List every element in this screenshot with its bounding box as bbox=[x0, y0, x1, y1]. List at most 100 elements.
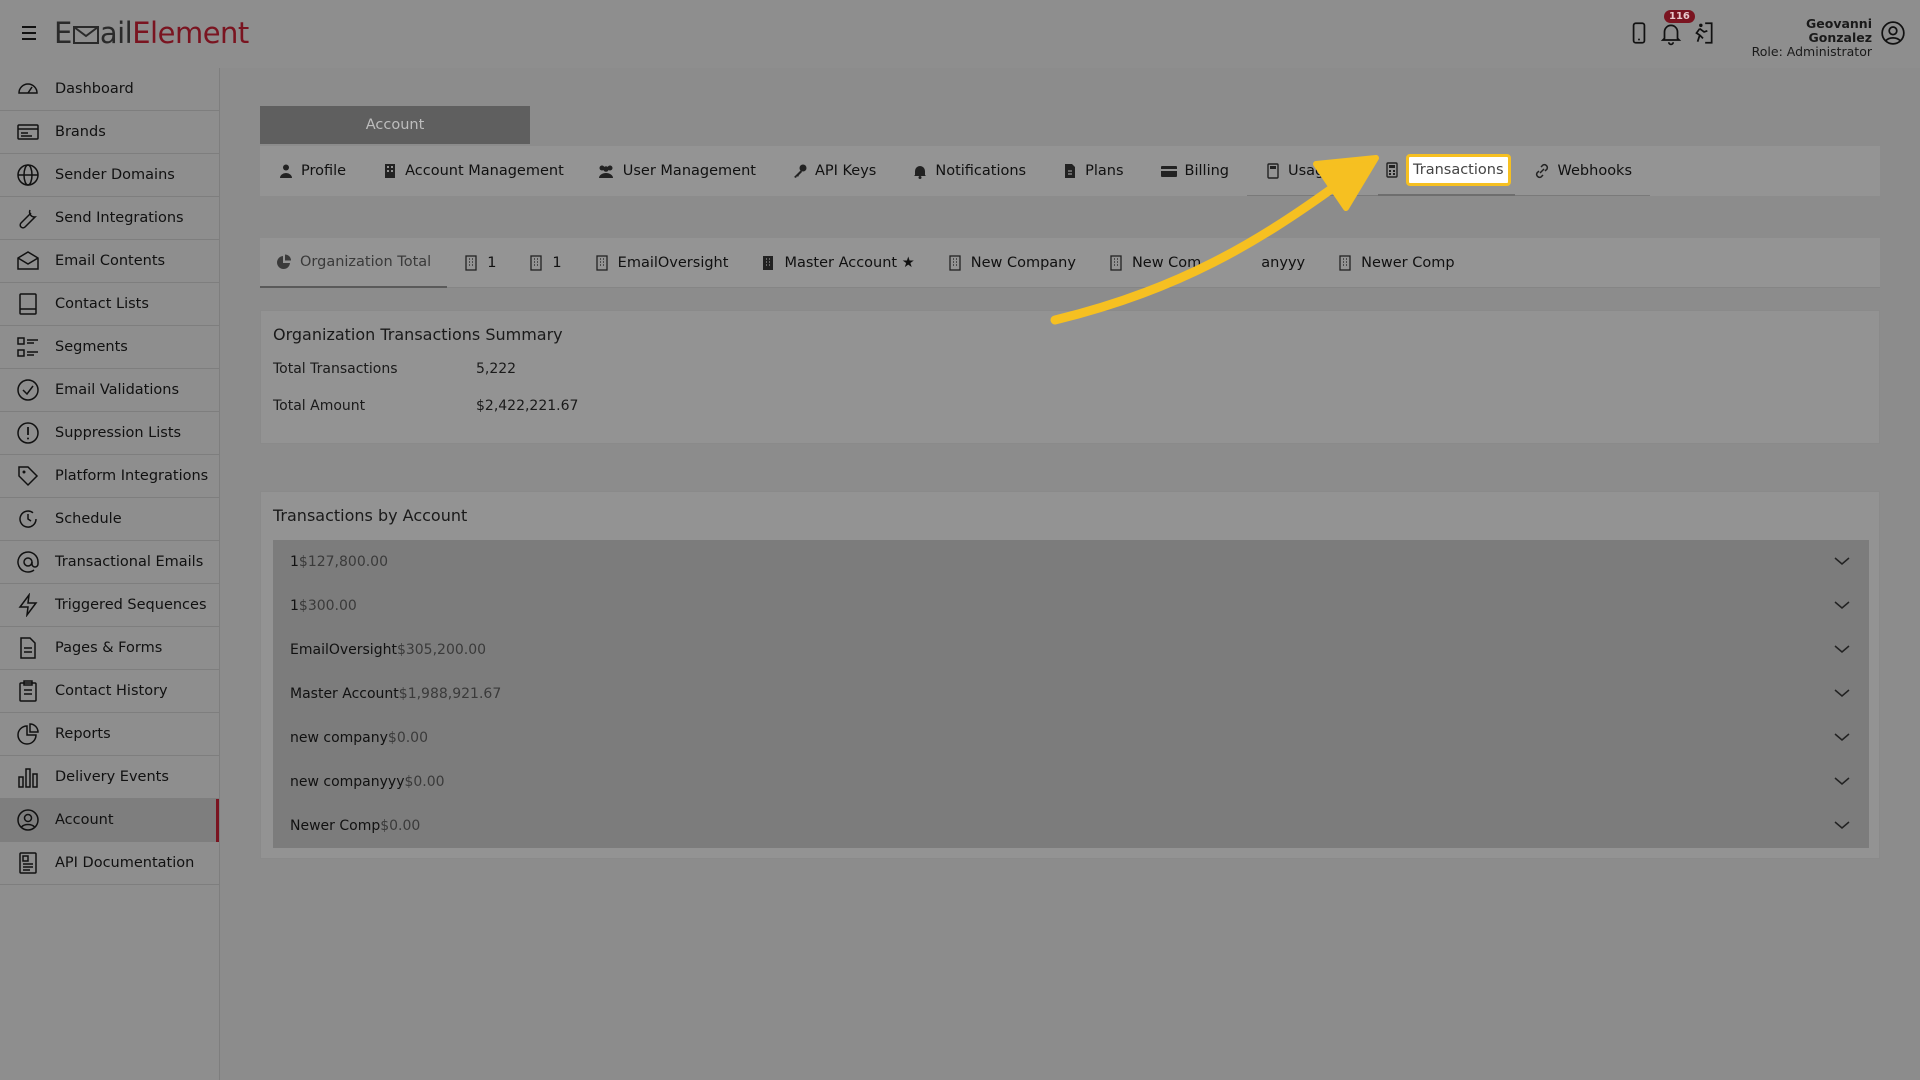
building-icon bbox=[1108, 254, 1124, 271]
logo-envelope-icon bbox=[72, 26, 99, 44]
tab-notifications[interactable]: Notifications bbox=[894, 146, 1044, 196]
summary-title: Organization Transactions Summary bbox=[273, 325, 563, 344]
tab-api-keys[interactable]: API Keys bbox=[774, 146, 894, 196]
top-bar: EailElement 116 Geovanni Gonzalez Role: … bbox=[0, 0, 1920, 68]
mobile-icon[interactable] bbox=[1626, 20, 1652, 46]
bell-icon[interactable] bbox=[1658, 20, 1684, 46]
app-logo[interactable]: EailElement bbox=[54, 16, 249, 50]
summary-value: $2,422,221.67 bbox=[476, 398, 579, 414]
tag-icon bbox=[16, 464, 40, 488]
tab-label: Billing bbox=[1184, 163, 1229, 179]
sidebar-item-sender-domains[interactable]: Sender Domains bbox=[0, 154, 219, 197]
account-row[interactable]: 1 $127,800.00 bbox=[273, 540, 1869, 584]
account-amount: $0.00 bbox=[387, 730, 429, 746]
calculator-icon bbox=[1265, 162, 1281, 179]
organization-summary-card: Organization Transactions Summary Total … bbox=[260, 310, 1880, 444]
sidebar-item-dashboard[interactable]: Dashboard bbox=[0, 68, 219, 111]
sidebar-item-reports[interactable]: Reports bbox=[0, 713, 219, 756]
chevron-down-icon bbox=[1834, 821, 1850, 829]
sidebar-item-label: Platform Integrations bbox=[55, 468, 209, 484]
building-icon bbox=[528, 254, 544, 271]
sidebar-item-contact-lists[interactable]: Contact Lists bbox=[0, 283, 219, 326]
account-row[interactable]: Newer Comp $0.00 bbox=[273, 804, 1869, 848]
tab-transactions[interactable]: Transactions bbox=[1378, 146, 1515, 196]
user-info: Geovanni Gonzalez Role: Administrator bbox=[1740, 17, 1872, 59]
tab-plans[interactable]: Plans bbox=[1044, 146, 1141, 196]
account-row[interactable]: Master Account $1,988,921.67 bbox=[273, 672, 1869, 716]
account-row[interactable]: new companyyy $0.00 bbox=[273, 760, 1869, 804]
tab-user-management[interactable]: User Management bbox=[582, 146, 774, 196]
sidebar-item-send-integrations[interactable]: Send Integrations bbox=[0, 197, 219, 240]
sidebar-item-suppression-lists[interactable]: Suppression Lists bbox=[0, 412, 219, 455]
subtab-label: New Company bbox=[970, 254, 1076, 271]
by-account-title: Transactions by Account bbox=[273, 506, 468, 525]
tab-account-management[interactable]: Account Management bbox=[364, 146, 582, 196]
building-icon bbox=[947, 254, 963, 271]
sidebar-item-email-validations[interactable]: Email Validations bbox=[0, 369, 219, 412]
wrench-icon bbox=[16, 206, 40, 230]
subtab-new-companyyy[interactable]: New Com anyyy bbox=[1092, 238, 1321, 288]
sidebar-item-label: Pages & Forms bbox=[55, 640, 163, 656]
sidebar-item-account[interactable]: Account bbox=[0, 799, 219, 842]
at-icon bbox=[16, 550, 40, 574]
account-row[interactable]: 1 $300.00 bbox=[273, 584, 1869, 628]
exit-running-icon[interactable] bbox=[1690, 20, 1716, 46]
subtab-new-company[interactable]: New Company bbox=[931, 238, 1092, 288]
subtab-emailoversight[interactable]: EmailOversight bbox=[578, 238, 745, 288]
sidebar-item-triggered-sequences[interactable]: Triggered Sequences bbox=[0, 584, 219, 627]
subtab-account-1a[interactable]: 1 bbox=[447, 238, 512, 288]
chevron-down-icon bbox=[1834, 777, 1850, 785]
user-avatar-icon[interactable] bbox=[1880, 20, 1906, 46]
tab-label: Usage Rep bbox=[1288, 162, 1366, 179]
sidebar-item-schedule[interactable]: Schedule bbox=[0, 498, 219, 541]
chevron-down-icon bbox=[1834, 733, 1850, 741]
sidebar-item-contact-history[interactable]: Contact History bbox=[0, 670, 219, 713]
sidebar-item-label: Transactional Emails bbox=[55, 554, 204, 570]
sidebar-item-brands[interactable]: Brands bbox=[0, 111, 219, 154]
building-icon bbox=[594, 254, 610, 271]
sidebar-item-segments[interactable]: Segments bbox=[0, 326, 219, 369]
hamburger-menu-icon[interactable] bbox=[22, 22, 42, 44]
segments-icon bbox=[16, 335, 40, 359]
tab-webhooks[interactable]: Webhooks bbox=[1514, 146, 1651, 196]
account-amount: $305,200.00 bbox=[396, 642, 487, 658]
tab-profile[interactable]: Profile bbox=[260, 146, 364, 196]
account-name: 1 bbox=[290, 598, 299, 614]
subtab-organization-total[interactable]: Organization Total bbox=[260, 238, 448, 288]
account-accordion: 1 $127,800.00 1 $300.00 EmailOversight $305… bbox=[273, 540, 1869, 848]
main-content: Account Profile Account Management User … bbox=[220, 68, 1920, 1080]
tab-billing[interactable]: Billing bbox=[1142, 146, 1247, 196]
tab-label: Profile bbox=[301, 163, 347, 179]
summary-label: Total Transactions bbox=[273, 361, 398, 377]
subtab-label: anyyy bbox=[1261, 254, 1306, 271]
link-icon bbox=[1533, 163, 1551, 179]
file-icon bbox=[1062, 163, 1078, 179]
summary-row-total-amount: Total Amount $2,422,221.67 bbox=[273, 398, 578, 414]
tab-usage-reports[interactable]: Usage Rep bbox=[1247, 146, 1378, 196]
subtab-label: Master Account ★ bbox=[784, 254, 915, 271]
sidebar-item-label: Segments bbox=[55, 339, 128, 355]
subtab-master-account[interactable]: Master Account ★ bbox=[744, 238, 930, 288]
transactions-by-account-card: Transactions by Account 1 $127,800.00 1 $3… bbox=[260, 491, 1880, 859]
summary-row-total-transactions: Total Transactions 5,222 bbox=[273, 361, 516, 377]
bar-chart-icon bbox=[16, 765, 40, 789]
sidebar-item-delivery-events[interactable]: Delivery Events bbox=[0, 756, 219, 799]
sidebar-item-label: Brands bbox=[55, 124, 106, 140]
sidebar-item-pages-forms[interactable]: Pages & Forms bbox=[0, 627, 219, 670]
organization-subtab-bar: Organization Total 1 1 EmailOversight Ma… bbox=[260, 238, 1880, 288]
sidebar-item-api-documentation[interactable]: API Documentation bbox=[0, 842, 219, 885]
sidebar-item-platform-integrations[interactable]: Platform Integrations bbox=[0, 455, 219, 498]
globe-icon bbox=[16, 163, 40, 187]
user-name: Geovanni Gonzalez bbox=[1806, 16, 1872, 45]
section-tab-account[interactable]: Account bbox=[260, 106, 530, 144]
chevron-down-icon bbox=[1834, 645, 1850, 653]
account-name: Master Account bbox=[290, 686, 399, 702]
sidebar-item-transactional-emails[interactable]: Transactional Emails bbox=[0, 541, 219, 584]
account-amount: $0.00 bbox=[380, 818, 421, 834]
subtab-newer-comp[interactable]: Newer Comp bbox=[1321, 238, 1470, 288]
account-row[interactable]: EmailOversight $305,200.00 bbox=[273, 628, 1869, 672]
subtab-account-1b[interactable]: 1 bbox=[512, 238, 577, 288]
account-row[interactable]: new company $0.00 bbox=[273, 716, 1869, 760]
user-role: Role: Administrator bbox=[1751, 44, 1872, 59]
sidebar-item-email-contents[interactable]: Email Contents bbox=[0, 240, 219, 283]
